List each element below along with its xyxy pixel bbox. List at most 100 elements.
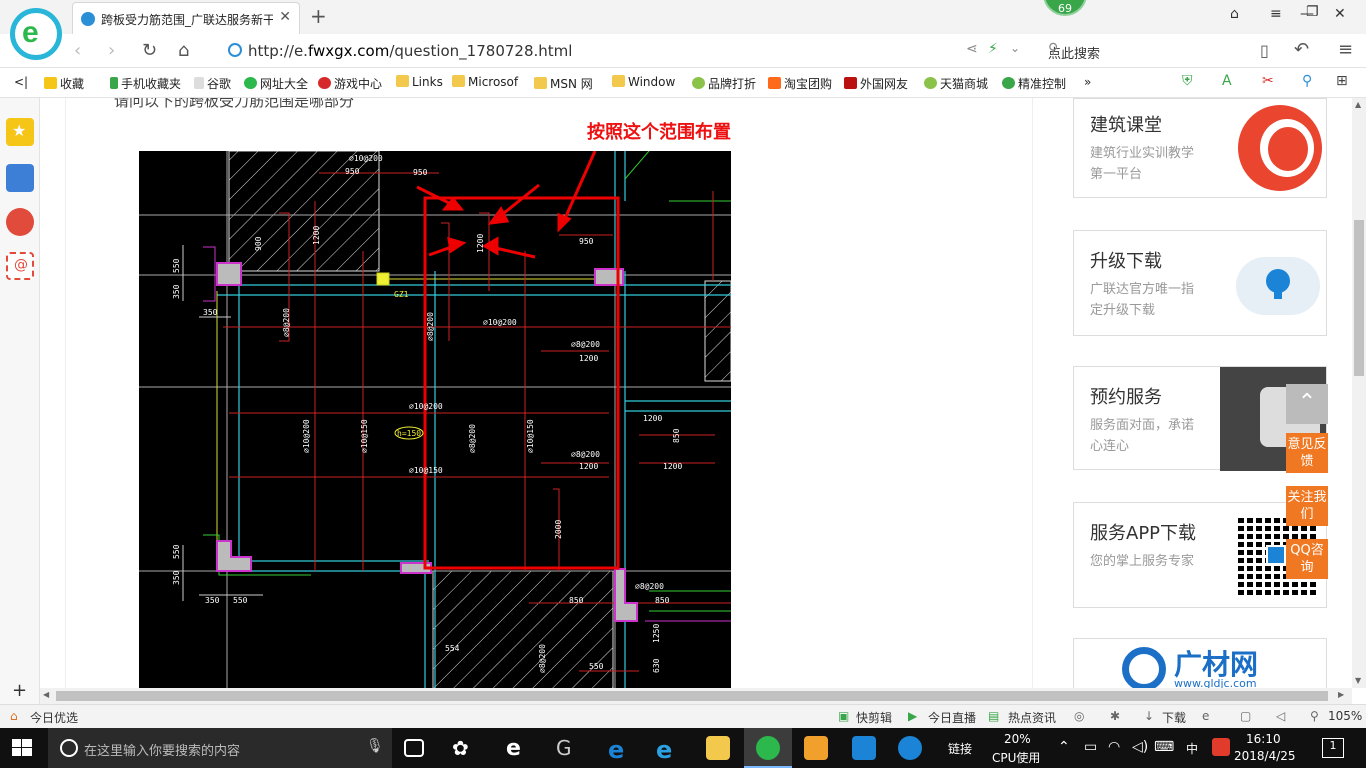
edge-icon[interactable]: e xyxy=(608,736,632,764)
feedback-button[interactable]: 意见反馈 xyxy=(1286,433,1328,473)
mobile-icon[interactable]: ▯ xyxy=(1260,41,1269,60)
g-app-icon[interactable]: G xyxy=(556,736,580,760)
scroll-up-icon[interactable]: ▲ xyxy=(1355,100,1361,109)
scissors-icon[interactable]: ✂ xyxy=(1262,73,1274,89)
bookmark-item[interactable]: 游戏中心 xyxy=(318,75,382,92)
undo-icon[interactable]: ↶ xyxy=(1294,39,1309,60)
battery-icon[interactable]: ▭ xyxy=(1084,739,1097,755)
zoom-icon[interactable]: ⚲ xyxy=(1310,709,1319,723)
search-tool-icon[interactable]: ⚲ xyxy=(1302,73,1312,89)
links-toolbar[interactable]: 链接 xyxy=(948,740,972,757)
menu-icon[interactable]: ≡ xyxy=(1270,6,1282,22)
bookmark-item[interactable]: Window xyxy=(612,75,675,89)
more-bookmarks-icon[interactable]: » xyxy=(1084,75,1091,89)
bookmark-item[interactable]: Links xyxy=(396,75,443,89)
mic-icon[interactable]: 🎙 xyxy=(366,738,384,754)
horizontal-scrollbar[interactable]: ◀ ▶ xyxy=(40,688,1352,704)
search-input[interactable]: 点此搜索 ⚲ xyxy=(1040,38,1240,64)
email-icon[interactable]: @ xyxy=(6,252,34,280)
g-blue-app-icon[interactable] xyxy=(898,736,922,760)
share-icon[interactable]: ⋖ xyxy=(966,41,978,57)
scroll-right-icon[interactable]: ▶ xyxy=(1338,690,1344,699)
clock-time[interactable]: 16:10 xyxy=(1246,732,1281,746)
bookmark-item[interactable]: 天猫商城 xyxy=(924,75,988,92)
downloads-link[interactable]: 下载 xyxy=(1162,709,1186,726)
task-view-icon[interactable] xyxy=(404,739,424,757)
news-icon[interactable] xyxy=(6,164,34,192)
favorites-star-icon[interactable]: ★ xyxy=(6,118,34,146)
card-upgrade-download[interactable]: 升级下载 广联达官方唯一指定升级下载 xyxy=(1073,230,1327,336)
wifi-icon[interactable]: ◠ xyxy=(1108,739,1120,755)
bookmark-item[interactable]: 网址大全 xyxy=(244,75,308,92)
tray-chevron-icon[interactable]: ⌃ xyxy=(1058,739,1070,755)
back-icon[interactable]: ‹ xyxy=(74,40,81,61)
notes-icon[interactable] xyxy=(804,736,828,760)
new-tab-icon[interactable]: + xyxy=(310,4,327,28)
address-bar[interactable]: http://e.fwxgx.com/question_1780728.html… xyxy=(224,38,1030,64)
fan-app-icon[interactable]: ✿ xyxy=(452,736,476,760)
search-icon[interactable]: ⚲ xyxy=(1048,41,1234,57)
maximize-icon[interactable]: ❐ xyxy=(1306,4,1319,20)
pin-icon[interactable]: ✱ xyxy=(1110,709,1120,723)
bookmark-item[interactable]: 谷歌 xyxy=(194,75,231,92)
menu-lines-icon[interactable]: ≡ xyxy=(1338,39,1353,60)
bookmark-item[interactable]: MSN 网 xyxy=(534,75,593,92)
live-link[interactable]: 今日直播 xyxy=(928,709,976,726)
hot-news-link[interactable]: 热点资讯 xyxy=(1008,709,1056,726)
window-icon[interactable]: ▢ xyxy=(1240,709,1251,723)
ie-browser-icon[interactable]: e xyxy=(656,736,680,764)
home-icon[interactable]: ⌂ xyxy=(178,40,189,61)
browser-tab[interactable]: 跨板受力筋范围_广联达服务新干线 ✕ xyxy=(72,2,300,34)
bookmark-item[interactable]: 精准控制 xyxy=(1002,75,1066,92)
weibo-icon[interactable] xyxy=(6,208,34,236)
scrollbar-thumb[interactable] xyxy=(1354,220,1364,376)
browser-logo-icon[interactable]: e xyxy=(10,8,62,60)
sidebar-toggle-icon[interactable]: <| xyxy=(14,75,28,89)
vertical-scrollbar[interactable]: ▲ ▼ xyxy=(1352,98,1366,688)
scrollbar-thumb[interactable] xyxy=(56,691,1328,701)
ime-indicator[interactable]: 中 xyxy=(1186,740,1198,757)
ie-icon[interactable]: e xyxy=(506,736,530,761)
download-icon[interactable]: ↓ xyxy=(1144,709,1154,723)
scroll-left-icon[interactable]: ◀ xyxy=(43,690,49,699)
chevron-down-icon[interactable]: ⌄ xyxy=(1010,41,1020,55)
taskbar-search-input[interactable]: 在这里输入你要搜索的内容 🎙 xyxy=(48,728,392,768)
bookmark-item[interactable]: 手机收藏夹 xyxy=(110,75,181,92)
file-explorer-icon[interactable] xyxy=(706,736,730,760)
bookmark-item[interactable]: 品牌打折 xyxy=(692,75,756,92)
card-building-class[interactable]: 建筑课堂 建筑行业实训教学第一平台 xyxy=(1073,98,1327,198)
zoom-level[interactable]: 105% xyxy=(1328,709,1362,723)
speed-icon[interactable]: ◎ xyxy=(1074,709,1084,723)
windows-start-icon[interactable] xyxy=(12,739,32,757)
bookmark-item[interactable]: Microsof xyxy=(452,75,518,89)
speed-mode-icon[interactable]: ⚡ xyxy=(988,41,998,57)
skin-icon[interactable]: ⌂ xyxy=(1230,6,1239,22)
today-picks-link[interactable]: 今日优选 xyxy=(30,709,78,726)
sogou-ime-icon[interactable] xyxy=(1212,738,1230,756)
volume-icon[interactable]: ◁ xyxy=(1276,709,1285,723)
forward-icon[interactable]: › xyxy=(108,40,115,61)
plus-app-icon[interactable] xyxy=(852,736,876,760)
follow-us-button[interactable]: 关注我们 xyxy=(1286,486,1328,526)
back-to-top-icon[interactable]: ⌃ xyxy=(1286,384,1328,424)
clock-date[interactable]: 2018/4/25 xyxy=(1234,749,1296,763)
card-gldjc[interactable]: 广材网 www.gldjc.com xyxy=(1073,638,1327,688)
bookmark-item[interactable]: 外国网友 xyxy=(844,75,908,92)
active-browser-task[interactable] xyxy=(744,728,792,768)
keyboard-icon[interactable]: ⌨ xyxy=(1154,739,1174,755)
url-text[interactable]: http://e.fwxgx.com/question_1780728.html xyxy=(248,42,572,60)
quick-edit-link[interactable]: 快剪辑 xyxy=(856,709,892,726)
volume-tray-icon[interactable]: ◁) xyxy=(1132,739,1148,755)
notification-badge[interactable]: 69 xyxy=(1043,0,1087,16)
close-tab-icon[interactable]: ✕ xyxy=(279,9,291,25)
bookmark-item[interactable]: 淘宝团购 xyxy=(768,75,832,92)
close-window-icon[interactable]: ✕ xyxy=(1334,6,1346,22)
scroll-down-icon[interactable]: ▼ xyxy=(1355,676,1361,685)
ie-mode-icon[interactable]: e xyxy=(1202,709,1209,723)
apps-grid-icon[interactable]: ⊞ xyxy=(1336,73,1348,89)
bookmark-item[interactable]: 收藏 xyxy=(44,75,84,92)
translate-icon[interactable]: A xyxy=(1222,73,1232,89)
refresh-icon[interactable]: ↻ xyxy=(142,40,157,61)
shield-icon[interactable]: ⛨ xyxy=(1182,73,1193,89)
add-sidebar-icon[interactable]: + xyxy=(12,680,27,701)
